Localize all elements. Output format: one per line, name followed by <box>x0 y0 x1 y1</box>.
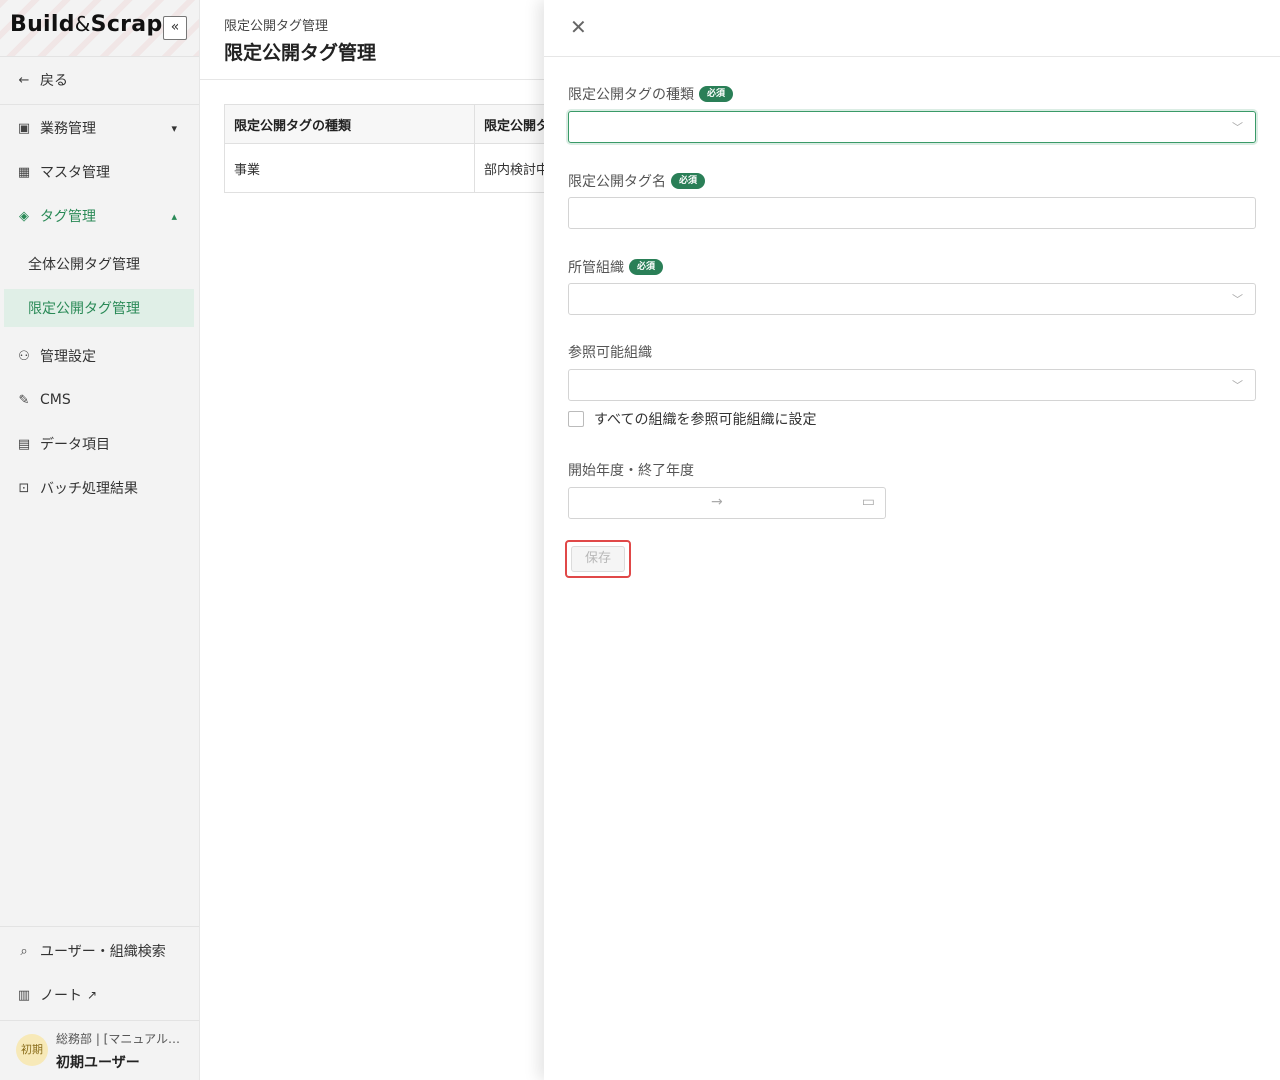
save-button[interactable]: 保存 <box>571 546 625 572</box>
tag-type-label: 限定公開タグの種類 必須 <box>568 84 734 104</box>
terminal-icon: ⊡ <box>18 480 30 496</box>
table-header-row: 限定公開タグの種類 限定公開タ <box>225 105 565 143</box>
sidebar-subitem-public-tags[interactable]: 全体公開タグ管理 <box>4 245 194 283</box>
chevron-down-icon: ﹀ <box>1232 293 1243 306</box>
checkbox-label: すべての組織を参照可能組織に設定 <box>594 412 817 428</box>
label-text: 限定公開タグの種類 <box>568 87 694 103</box>
label-text: 所管組織 <box>568 260 624 276</box>
viewable-org-select[interactable]: ﹀ <box>568 369 1256 401</box>
external-link-icon: ↗ <box>87 988 98 1002</box>
table-header-cell[interactable]: 限定公開タグの種類 <box>225 105 475 143</box>
user-name: 初期ユーザー <box>56 1055 140 1071</box>
close-button[interactable]: ✕ <box>570 16 587 38</box>
create-tag-drawer: ✕ 限定公開タグの種類 必須 ﹀ 限定公開タグ名 必須 所管組織 必須 ﹀ 参照… <box>544 0 1280 1080</box>
sidebar-item-batch[interactable]: ⊡ バッチ処理結果 <box>0 468 199 508</box>
owner-org-label: 所管組織 必須 <box>568 257 664 277</box>
tag-name-label: 限定公開タグ名 必須 <box>568 171 706 191</box>
sidebar-item-label: ノート <box>40 988 82 1004</box>
divider <box>0 104 199 105</box>
sidebar-item-business[interactable]: ▣ 業務管理 ▾ <box>0 108 199 148</box>
divider <box>0 56 199 57</box>
sidebar-item-data[interactable]: ▤ データ項目 <box>0 424 199 464</box>
arrow-right-icon: → <box>711 494 723 510</box>
divider <box>0 926 199 927</box>
sidebar-item-cms[interactable]: ✎ CMS <box>0 380 199 420</box>
calendar-icon: ▭ <box>861 494 875 510</box>
tag-name-input[interactable] <box>568 197 1259 230</box>
sidebar-subitem-label: 限定公開タグ管理 <box>28 301 140 317</box>
book-icon: ▥ <box>17 987 31 1003</box>
owner-org-select[interactable]: ﹀ <box>568 283 1256 315</box>
tag-name-field[interactable] <box>569 198 1259 230</box>
back-label: 戻る <box>40 73 68 89</box>
users-icon: ⚇ <box>18 348 30 364</box>
table-icon: ▦ <box>17 164 31 180</box>
required-badge: 必須 <box>671 173 706 189</box>
sidebar-item-label: データ項目 <box>40 437 110 453</box>
user-org: 総務部 | [マニュアル… <box>56 1032 180 1046</box>
sidebar-item-label: バッチ処理結果 <box>40 481 138 497</box>
table-row[interactable]: 事業 部内検討中 <box>225 143 565 192</box>
main-content: 限定公開タグ管理 限定公開タグ管理 限定公開タグの種類 限定公開タ 事業 部内検… <box>200 0 566 1080</box>
sidebar-item-admin[interactable]: ⚇ 管理設定 <box>0 336 199 376</box>
chevron-down-icon: ﹀ <box>1232 379 1243 392</box>
required-badge: 必須 <box>629 259 664 275</box>
chevron-down-icon: ﹀ <box>1232 121 1243 134</box>
briefcase-icon: ▣ <box>17 120 31 136</box>
chevron-up-icon: ▴ <box>171 209 177 223</box>
sidebar: Build&Scrap « ← 戻る ▣ 業務管理 ▾ ▦ マスタ管理 ◈ タグ… <box>0 0 200 1080</box>
sidebar-subitem-label: 全体公開タグ管理 <box>28 257 140 273</box>
collapse-sidebar-button[interactable]: « <box>163 16 187 40</box>
edit-icon: ✎ <box>18 392 30 408</box>
page-title: 限定公開タグ管理 <box>224 42 377 64</box>
sidebar-item-notes[interactable]: ▥ ノート ↗ <box>0 975 199 1015</box>
required-badge: 必須 <box>699 86 734 102</box>
period-label: 開始年度・終了年度 <box>568 460 694 480</box>
double-chevron-left-icon: « <box>170 19 180 35</box>
label-text: 参照可能組織 <box>568 345 652 361</box>
sidebar-item-label: マスタ管理 <box>40 165 110 181</box>
sidebar-item-user-search[interactable]: ⌕ ユーザー・組織検索 <box>0 931 199 971</box>
breadcrumb: 限定公開タグ管理 <box>224 19 329 34</box>
avatar: 初期 <box>16 1034 48 1066</box>
sidebar-item-tags[interactable]: ◈ タグ管理 ▴ <box>0 196 199 236</box>
sidebar-item-label: タグ管理 <box>40 209 96 225</box>
close-icon: ✕ <box>570 15 587 39</box>
app-logo: Build&Scrap <box>10 12 163 37</box>
search-icon: ⌕ <box>20 943 28 959</box>
all-orgs-checkbox[interactable] <box>568 411 584 427</box>
label-text: 限定公開タグ名 <box>568 174 666 190</box>
sidebar-item-label: CMS <box>40 392 71 408</box>
divider <box>200 79 544 80</box>
divider <box>0 1020 199 1021</box>
sidebar-item-master[interactable]: ▦ マスタ管理 <box>0 152 199 192</box>
chevron-down-icon: ▾ <box>171 121 177 135</box>
sidebar-subitem-limited-tags[interactable]: 限定公開タグ管理 <box>4 289 194 327</box>
label-text: 開始年度・終了年度 <box>568 463 694 479</box>
save-button-highlight: 保存 <box>565 540 631 578</box>
period-range-picker[interactable]: → ▭ <box>568 487 886 519</box>
arrow-left-icon: ← <box>18 72 30 88</box>
tag-type-select[interactable]: ﹀ <box>568 111 1256 143</box>
sidebar-item-label: 業務管理 <box>40 121 96 137</box>
back-link[interactable]: ← 戻る <box>0 60 199 100</box>
viewable-org-label: 参照可能組織 <box>568 342 652 362</box>
user-menu[interactable]: 初期 総務部 | [マニュアル… 初期ユーザー <box>0 1022 199 1080</box>
table-cell: 事業 <box>225 143 475 192</box>
sidebar-item-label: 管理設定 <box>40 349 96 365</box>
document-icon: ▤ <box>17 436 31 452</box>
drawer-header: ✕ <box>544 0 1280 57</box>
sidebar-item-label: ユーザー・組織検索 <box>40 944 166 960</box>
all-orgs-checkbox-row[interactable]: すべての組織を参照可能組織に設定 <box>568 409 816 429</box>
tags-table: 限定公開タグの種類 限定公開タ 事業 部内検討中 <box>224 104 566 193</box>
tag-icon: ◈ <box>19 208 29 224</box>
